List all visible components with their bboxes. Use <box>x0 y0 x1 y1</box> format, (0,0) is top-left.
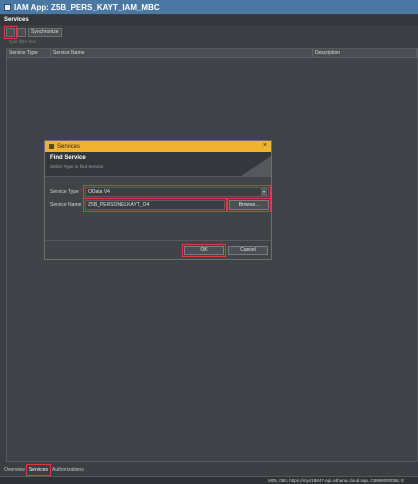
synchronize-button[interactable]: Synchronize <box>28 27 62 37</box>
tab-services[interactable]: Services <box>25 464 52 476</box>
column-description[interactable]: Description <box>313 49 417 57</box>
service-name-label: Service Name * <box>50 202 85 208</box>
header-decoration <box>241 156 271 176</box>
dialog-footer: OK Cancel <box>45 240 271 259</box>
editor-tabs: Overview Services Authorizations <box>0 464 418 476</box>
column-service-name[interactable]: Service Name <box>51 49 313 57</box>
toolbar: Synchronize <box>0 25 418 39</box>
service-name-input[interactable]: Z5B_PERSONELKAYT_O4 <box>83 198 227 212</box>
dialog-title: Services <box>57 143 81 150</box>
services-dialog: Services × Find Service Select Type to f… <box>44 140 272 260</box>
service-type-select[interactable]: OData V4 ▾ <box>83 185 271 199</box>
status-bar: M05, 080, https://my418847-api.s4hana.cl… <box>0 476 418 484</box>
dialog-icon <box>49 144 54 149</box>
window-titlebar: IAM App: Z5B_PERS_KAYT_IAM_MBC <box>0 0 418 14</box>
tab-authorizations[interactable]: Authorizations <box>51 466 85 474</box>
remove-service-button[interactable] <box>17 27 26 37</box>
window-title: IAM App: Z5B_PERS_KAYT_IAM_MBC <box>14 2 160 12</box>
chevron-down-icon[interactable]: ▾ <box>261 188 267 196</box>
ok-button[interactable]: OK <box>182 244 226 257</box>
cancel-button[interactable]: Cancel <box>228 246 268 255</box>
close-icon[interactable]: × <box>263 142 267 149</box>
filter-input[interactable]: type filter text <box>9 39 36 44</box>
service-type-row: Service Type * OData V4 ▾ <box>50 185 271 199</box>
add-service-button[interactable] <box>4 25 17 39</box>
table-header: Service Type Service Name Description <box>7 49 417 58</box>
service-type-value: OData V4 <box>88 189 110 195</box>
section-title: Services <box>0 15 418 25</box>
service-name-row: Service Name * Z5B_PERSONELKAYT_O4 Brows… <box>50 198 271 212</box>
dialog-titlebar: Services × <box>45 141 271 152</box>
column-service-type[interactable]: Service Type <box>7 49 51 57</box>
dialog-header: Find Service Select Type to find Service <box>45 152 271 177</box>
browse-button[interactable]: Browse... <box>227 198 271 212</box>
tab-overview[interactable]: Overview <box>3 466 26 474</box>
dialog-subheading: Select Type to find Service <box>50 164 104 169</box>
service-type-label: Service Type * <box>50 189 83 195</box>
app-icon <box>4 3 11 11</box>
dialog-heading: Find Service <box>50 155 86 161</box>
